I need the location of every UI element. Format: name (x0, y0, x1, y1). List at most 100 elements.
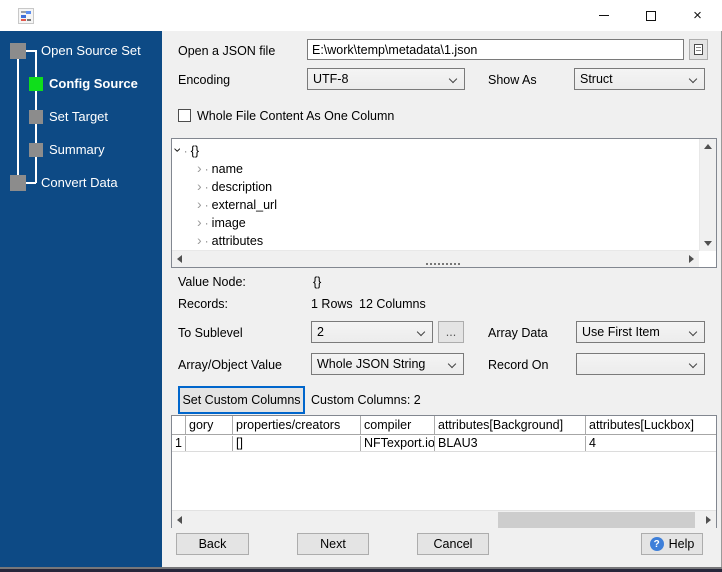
next-button[interactable]: Next (297, 533, 369, 555)
tree-vertical-scrollbar[interactable] (699, 139, 716, 251)
step-marker-set-target (29, 110, 43, 124)
array-data-select[interactable]: Use First Item (576, 321, 705, 343)
records-label: Records: (178, 297, 229, 311)
splitter-handle[interactable] (426, 263, 460, 265)
scroll-down-icon[interactable] (704, 241, 712, 246)
wizard-window: × Open Source Set Config Source Set Targ… (0, 0, 722, 572)
step-open-source-set: Open Source Set (41, 43, 141, 58)
collapsed-chevron-icon[interactable]: › (197, 231, 202, 249)
tree-dot: · (204, 162, 209, 176)
tree-node[interactable]: › · external_url (197, 195, 277, 213)
back-button[interactable]: Back (176, 533, 249, 555)
expanded-chevron-icon[interactable]: › (169, 148, 187, 153)
whole-file-checkbox[interactable] (178, 109, 191, 122)
table-row[interactable]: 1 [] NFTexport.io BLAU3 4 (172, 436, 716, 452)
column-header[interactable]: attributes[Background] (435, 416, 586, 434)
tree-node[interactable]: › · description (197, 177, 272, 195)
show-as-select[interactable]: Struct (574, 68, 705, 90)
tree-node-root[interactable]: ›·{} (170, 141, 200, 159)
scroll-left-icon[interactable] (177, 516, 182, 524)
tree-dot: · (204, 198, 209, 212)
collapsed-chevron-icon[interactable]: › (197, 213, 202, 231)
step-connector-bottom (25, 182, 36, 184)
step-set-target: Set Target (49, 109, 109, 124)
minimize-icon (598, 15, 609, 16)
step-connector-top (25, 50, 36, 52)
array-object-value-select[interactable]: Whole JSON String (311, 353, 464, 375)
help-button[interactable]: ? Help (641, 533, 703, 555)
chevron-down-icon (416, 327, 426, 337)
chevron-down-icon (688, 74, 698, 84)
help-button-label: Help (668, 537, 695, 551)
browse-file-button[interactable] (689, 39, 708, 60)
table-cell: NFTexport.io (361, 436, 435, 451)
chevron-down-icon (688, 327, 698, 337)
step-marker-open-source-set (10, 43, 26, 59)
minimize-button[interactable] (580, 0, 627, 31)
table-cell: 4 (589, 436, 596, 450)
to-sublevel-select[interactable]: 2 (311, 321, 433, 343)
record-on-label: Record On (488, 358, 549, 372)
tree-node[interactable]: › · image (197, 213, 246, 231)
json-tree: ›·{} › · name › · description › · external_url… (170, 138, 717, 268)
value-node-label: Value Node: (178, 275, 246, 289)
scroll-up-icon[interactable] (704, 144, 712, 149)
array-data-value: Use First Item (582, 325, 660, 339)
column-header[interactable]: compiler (361, 416, 435, 434)
encoding-value: UTF-8 (313, 72, 349, 86)
file-icon (694, 44, 703, 55)
table-cell: BLAU3 (435, 436, 586, 451)
cancel-button[interactable]: Cancel (417, 533, 489, 555)
show-as-label: Show As (488, 73, 537, 87)
file-path-input[interactable] (307, 39, 684, 60)
tree-dot: · (204, 234, 209, 248)
to-sublevel-value: 2 (317, 325, 324, 339)
chevron-down-icon (448, 74, 458, 84)
wizard-sidebar: Open Source Set Config Source Set Target… (0, 31, 162, 567)
scroll-left-icon[interactable] (177, 255, 182, 263)
array-object-value-value: Whole JSON String (317, 357, 426, 371)
step-config-source: Config Source (49, 76, 138, 91)
collapsed-chevron-icon[interactable]: › (197, 195, 202, 213)
column-header[interactable]: attributes[Luckbox] (586, 416, 716, 434)
tree-node-label: description (211, 180, 273, 194)
table-cell: [] (233, 436, 361, 451)
column-header[interactable]: properties/creators (233, 416, 361, 434)
chevron-down-icon (447, 359, 457, 369)
scroll-right-icon[interactable] (689, 255, 694, 263)
step-marker-convert-data (10, 175, 26, 191)
step-marker-config-source (29, 77, 43, 91)
row-number-cell: 1 (172, 436, 186, 451)
set-custom-columns-button[interactable]: Set Custom Columns (178, 386, 305, 414)
tree-node[interactable]: › · name (197, 159, 243, 177)
close-button[interactable]: × (674, 0, 721, 31)
tree-node-label: attributes (211, 234, 264, 248)
title-bar: × (0, 0, 722, 31)
encoding-label: Encoding (178, 73, 231, 87)
collapsed-chevron-icon[interactable]: › (197, 177, 202, 195)
sublevel-more-button[interactable]: ... (438, 321, 464, 343)
tree-node-label: name (211, 162, 243, 176)
table-header-row: gory properties/creators compiler attrib… (172, 416, 716, 435)
array-data-label: Array Data (488, 326, 548, 340)
maximize-icon (645, 10, 656, 21)
column-header[interactable] (172, 416, 186, 434)
scrollbar-thumb[interactable] (498, 512, 695, 528)
encoding-select[interactable]: UTF-8 (307, 68, 465, 90)
tree-node-label: external_url (211, 198, 277, 212)
record-on-select[interactable] (576, 353, 705, 375)
records-columns-value: 12 Columns (359, 297, 426, 311)
step-connector-main (17, 58, 19, 176)
maximize-button[interactable] (627, 0, 674, 31)
column-header[interactable]: gory (186, 416, 233, 434)
table-horizontal-scrollbar[interactable] (172, 510, 716, 528)
step-marker-summary (29, 143, 43, 157)
tree-root-label: {} (190, 144, 200, 158)
collapsed-chevron-icon[interactable]: › (197, 159, 202, 177)
whole-file-checkbox-label: Whole File Content As One Column (197, 109, 395, 123)
records-rows-value: 1 Rows (311, 297, 353, 311)
tree-node[interactable]: › · attributes (197, 231, 263, 249)
scroll-right-icon[interactable] (706, 516, 711, 524)
chevron-down-icon (688, 359, 698, 369)
preview-table: gory properties/creators compiler attrib… (171, 415, 717, 528)
